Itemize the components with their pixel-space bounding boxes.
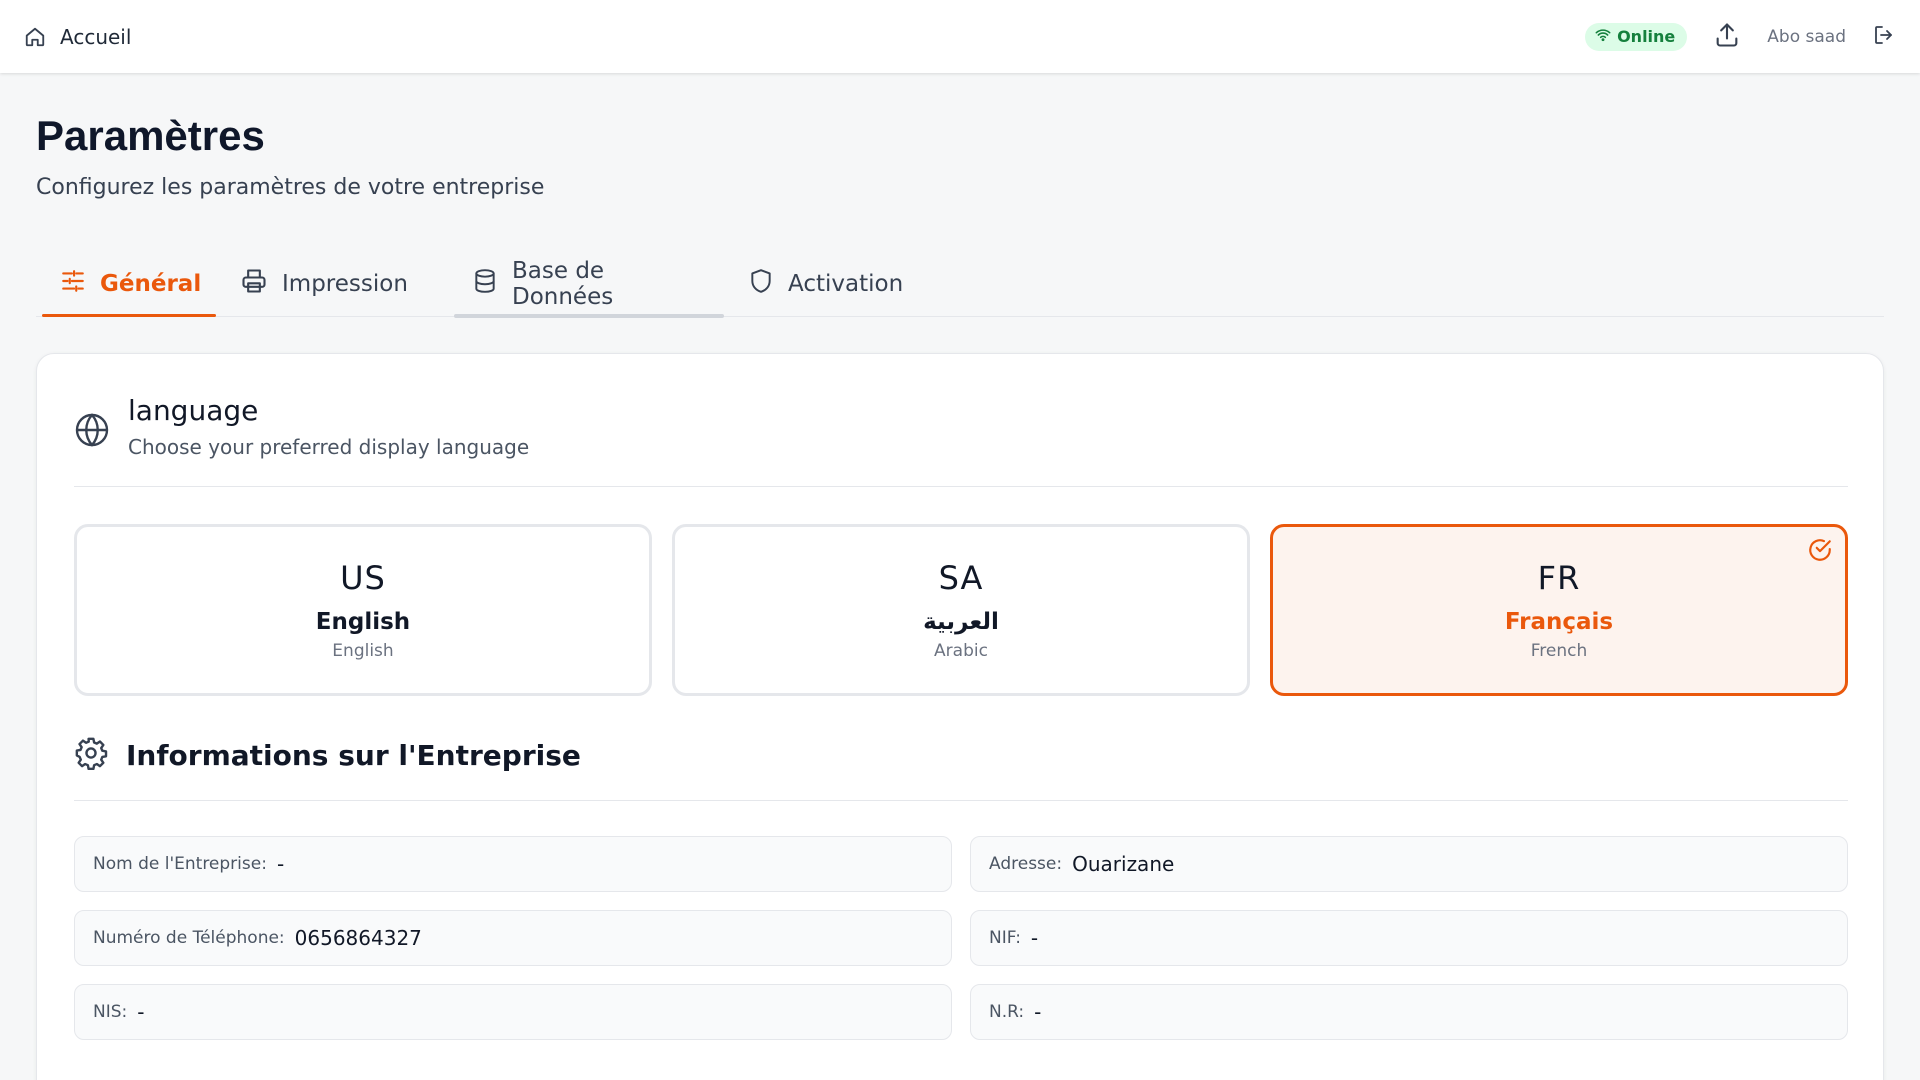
field-label: Adresse: [989,854,1063,874]
settings-card: language Choose your preferred display l… [36,353,1884,1080]
field-value: - [1034,1000,1042,1024]
online-status-text: Online [1617,27,1676,46]
page-title: Paramètres [36,112,265,159]
company-name-field[interactable]: Nom de l'Entreprise: - [74,836,952,892]
language-subtitle: Arabic [934,641,988,661]
language-option-english[interactable]: US English English [74,524,652,696]
tab-activation[interactable]: Activation [724,252,944,316]
language-subtitle: English [332,641,394,661]
page-subtitle: Configurez les paramètres de votre entre… [36,175,545,200]
tab-database-label: Base de Données [512,258,614,310]
nif-field[interactable]: NIF: - [970,910,1848,966]
language-name: Français [1504,609,1614,635]
language-name: English [315,609,411,635]
field-label: Nom de l'Entreprise: [93,854,267,874]
nis-field[interactable]: NIS: - [74,984,952,1040]
nr-field[interactable]: N.R: - [970,984,1848,1040]
field-value: Ouarizane [1072,852,1175,876]
shield-icon [748,268,774,300]
upload-button[interactable] [1713,21,1741,53]
top-bar: Accueil Online Abo saad [0,0,1920,73]
settings-tabs: Général Impression Base de Données Activ… [36,252,1884,318]
logout-icon [1872,23,1896,51]
language-section-header: language Choose your preferred display l… [74,394,529,459]
language-option-french[interactable]: FR Français French [1270,524,1848,696]
field-label: Numéro de Téléphone: [93,928,285,948]
language-code: US [340,559,386,597]
field-label: NIF: [989,928,1021,948]
language-code: FR [1537,559,1581,597]
field-label: NIS: [93,1002,128,1022]
gear-icon [74,736,108,774]
globe-icon [74,412,110,452]
tab-database[interactable]: Base de Données [448,252,724,318]
field-label: N.R: [989,1002,1025,1022]
tab-general-label: Général [100,271,202,297]
upload-icon [1713,21,1741,53]
language-section-title: language [128,394,259,427]
address-field[interactable]: Adresse: Ouarizane [970,836,1848,892]
language-section-description: Choose your preferred display language [128,435,530,459]
printer-icon [240,267,268,301]
home-icon [24,26,46,48]
username: Abo saad [1767,26,1846,47]
phone-field[interactable]: Numéro de Téléphone: 0656864327 [74,910,952,966]
company-section-header: Informations sur l'Entreprise [74,736,581,774]
company-section-title: Informations sur l'Entreprise [126,738,581,772]
company-fields: Nom de l'Entreprise: - Adresse: Ouarizan… [74,836,1848,1040]
tab-activation-label: Activation [788,271,904,297]
sliders-icon [60,268,86,300]
field-value: - [276,852,285,876]
home-link[interactable]: Accueil [24,25,131,49]
language-options: US English English SA العربية Arabic FR … [74,524,1848,696]
field-value: - [137,1000,145,1024]
database-icon [472,268,498,300]
language-option-arabic[interactable]: SA العربية Arabic [672,524,1250,696]
divider [74,800,1848,801]
check-circle-icon [1807,537,1833,567]
field-value: 0656864327 [294,926,422,950]
divider [74,486,1848,487]
top-right-actions: Online Abo saad [1585,21,1896,53]
online-status-badge: Online [1585,22,1688,51]
field-value: - [1030,926,1039,950]
home-label: Accueil [60,24,132,49]
tab-print[interactable]: Impression [216,252,448,316]
tab-print-label: Impression [282,271,408,297]
language-subtitle: French [1530,641,1588,661]
language-code: SA [938,559,984,597]
tab-general[interactable]: Général [36,252,216,317]
logout-button[interactable] [1872,23,1896,51]
language-name: العربية [923,609,999,635]
wifi-icon [1595,27,1611,47]
